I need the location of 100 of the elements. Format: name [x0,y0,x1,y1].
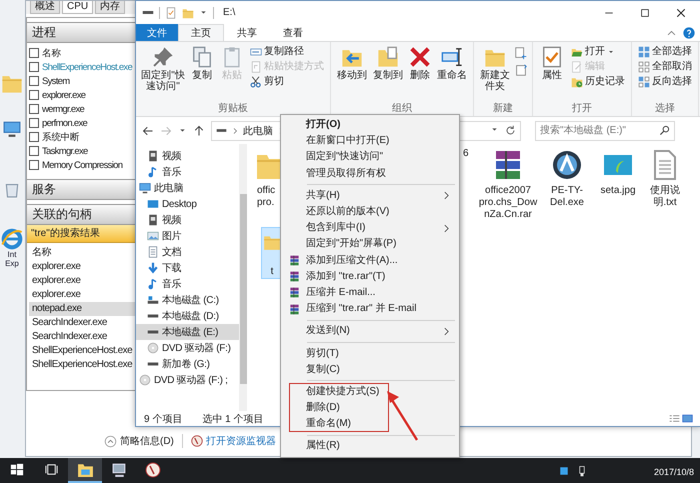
app-disc-icon [551,148,583,182]
menu-item[interactable]: 剪切(T) [306,348,339,360]
file-name[interactable]: PE-TY-Del.exe [539,185,595,209]
ribbon-tab[interactable]: 查看 [270,24,316,41]
search-field[interactable]: 搜索"本地磁盘 (E:)" [535,120,675,140]
ribbon-command[interactable]: 反向选择 [636,76,694,88]
file-name[interactable]: 6 [463,148,477,160]
checkbox[interactable] [29,76,39,86]
menu-item[interactable]: 共享(H) [306,190,340,202]
details-view-button[interactable] [669,413,680,424]
tab[interactable]: 概述 [30,1,60,14]
new-item-button[interactable] [514,46,528,60]
ribbon-command[interactable]: 复制路径 [248,46,326,58]
checkbox[interactable] [29,48,39,58]
archive-icon [288,304,300,315]
menu-item[interactable]: 包含到库中(I) [306,222,366,234]
ribbon-command[interactable]: 属性 [537,45,567,82]
handle-row[interactable]: SearchIndexer.exe [29,330,135,344]
menu-item[interactable]: 添加到压缩文件(A)... [306,254,398,267]
nav-item[interactable]: DVD 驱动器 (F:) [136,340,239,356]
menu-item[interactable]: 压缩到 "tre.rar" 并 E-mail [306,303,416,316]
menu-item[interactable]: 压缩并 E-mail... [306,286,376,299]
ribbon-command[interactable]: 复制到 [371,45,405,82]
menu-item[interactable]: 复制(C) [306,364,340,376]
menu-item[interactable]: 在新窗口中打开(E) [306,135,390,148]
nav-item[interactable]: 音乐 [136,276,239,292]
music-icon [147,278,159,290]
panel-header[interactable]: 进程 [27,22,135,43]
nav-item[interactable]: 音乐 [136,164,239,180]
handle-row[interactable]: SearchIndexer.exe [29,316,135,330]
ribbon-command[interactable]: 复制 [188,45,216,82]
menu-item[interactable]: 添加到 "tre.rar"(T) [306,270,386,283]
ribbon-command[interactable]: 全部选择 [636,46,694,58]
tab[interactable]: CPU [62,1,94,14]
ribbon-command[interactable]: 固定到"快速访问" [140,45,186,93]
ribbon-command[interactable]: 历史记录 [569,76,627,88]
ribbon-command[interactable]: 重命名 [435,45,469,82]
ribbon-command[interactable]: 打开 [569,46,627,58]
nav-item[interactable]: 视频 [136,212,239,228]
handle-row[interactable]: explorer.exe [29,288,135,302]
menu-item[interactable]: 打开(O) [306,119,340,132]
fewer-details-button[interactable]: 简略信息(D) [104,434,174,448]
ribbon-command[interactable]: 删除 [407,45,433,82]
menu-item[interactable]: 属性(R) [306,440,340,452]
menu-item[interactable]: 重命名(M) [306,418,351,430]
menu-item[interactable]: 固定到"快速访问" [306,151,384,164]
ribbon-command[interactable]: 移动到 [335,45,369,82]
nav-item[interactable]: 本地磁盘 (E:) [136,324,239,340]
large-icons-view-button[interactable] [682,413,693,424]
taskbar-app[interactable] [68,458,102,483]
nav-item[interactable]: 文档 [136,244,239,260]
file-tab[interactable]: 文件 [136,24,178,41]
menu-item[interactable]: 还原以前的版本(V) [306,206,390,218]
menu-item[interactable]: 创建快捷方式(S) [306,386,380,398]
menu-item[interactable]: 管理员取得所有权 [306,168,386,180]
nav-item[interactable]: DVD 驱动器 (F:) ; [136,372,239,388]
resource-monitor-link[interactable]: 打开资源监视器 [190,434,276,448]
nav-item[interactable]: Desktop [136,196,239,212]
checkbox[interactable] [29,132,39,142]
handle-row[interactable]: explorer.exe [29,260,135,274]
handle-row[interactable]: ShellExperienceHost.exe [29,344,135,358]
ribbon-command[interactable]: 剪切 [248,76,326,88]
ribbon-command[interactable]: 全部取消 [636,61,694,73]
checkbox[interactable] [29,160,39,170]
file-name[interactable]: 使用说明.txt [641,185,689,209]
checkbox[interactable] [29,118,39,128]
close-button[interactable] [675,6,687,18]
panel-header[interactable]: 服务 [27,179,135,200]
back-button[interactable] [142,124,154,136]
file-name[interactable]: office2007 pro.chs_DownZa.Cn.rar [477,185,539,221]
checkbox[interactable] [29,62,39,72]
handle-row[interactable]: ShellExperienceHost.exe [29,358,135,372]
ribbon-tab[interactable]: 共享 [224,24,270,41]
file-name[interactable]: seta.jpg [595,185,641,197]
scrollbar[interactable] [239,144,247,411]
checkbox[interactable] [29,90,39,100]
menu-item[interactable]: 删除(D) [306,402,340,414]
help-button[interactable] [683,27,695,39]
tab[interactable]: 内存 [95,1,126,14]
panel-header[interactable]: 关联的句柄 [27,204,135,225]
up-button[interactable] [193,124,205,136]
menu-item[interactable]: 发送到(N) [306,325,350,338]
ie-icon [1,228,23,250]
nav-item[interactable]: 本地磁盘 (C:) [136,292,239,308]
nav-item[interactable]: 此电脑 [136,180,239,196]
ribbon-tab[interactable]: 主页 [178,24,224,41]
ribbon-command[interactable]: 新建文件夹 [478,45,512,93]
handle-row[interactable]: notepad.exe [29,302,135,316]
handle-row[interactable]: explorer.exe [29,274,135,288]
nav-item[interactable]: 本地磁盘 (D:) [136,308,239,324]
menu-item[interactable]: 固定到"开始"屏幕(P) [306,238,396,250]
checkbox[interactable] [29,146,39,156]
breadcrumb[interactable]: 此电脑 [243,124,273,138]
nav-item[interactable]: 图片 [136,228,239,244]
handle-row[interactable]: 名称 [29,246,135,260]
nav-item[interactable]: 新加卷 (G:) [136,356,239,372]
checkbox[interactable] [29,104,39,114]
nav-item[interactable]: 视频 [136,148,239,164]
nav-item[interactable]: 下载 [136,260,239,276]
maximize-button[interactable] [639,6,651,18]
